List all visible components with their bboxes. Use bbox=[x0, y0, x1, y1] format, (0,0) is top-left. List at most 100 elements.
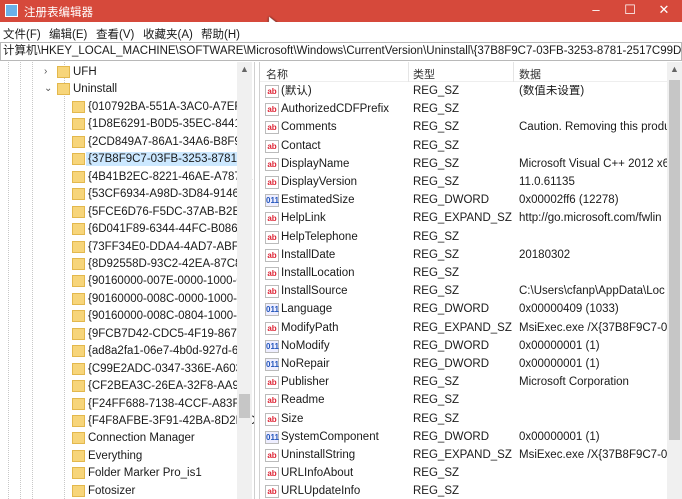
tree-node[interactable]: {C99E2ADC-0347-336E-A603-I bbox=[0, 362, 249, 376]
menu-help[interactable]: 帮助(H) bbox=[201, 26, 240, 42]
value-type: REG_SZ bbox=[413, 157, 460, 170]
expander-icon[interactable]: ⌄ bbox=[44, 82, 52, 96]
tree-node[interactable]: {8D92558D-93C2-42EA-87C8- bbox=[0, 257, 245, 271]
tree-node[interactable]: {37B8F9C7-03FB-3253-8781-2 bbox=[0, 152, 250, 167]
column-data-header[interactable]: 数据 bbox=[519, 66, 541, 82]
value-row[interactable]: ab ModifyPath REG_EXPAND_SZ MsiExec.exe … bbox=[260, 321, 668, 335]
value-row[interactable]: ab DisplayName REG_SZ Microsoft Visual C… bbox=[260, 157, 668, 171]
folder-icon bbox=[72, 135, 85, 148]
values-scrollbar[interactable]: ▲ bbox=[667, 62, 682, 499]
menu-view[interactable]: 查看(V) bbox=[96, 26, 134, 42]
maximize-button[interactable]: ☐ bbox=[612, 0, 648, 22]
value-row[interactable]: ab Comments REG_SZ Caution. Removing thi… bbox=[260, 121, 668, 135]
value-row[interactable]: 011 SystemComponent REG_DWORD 0x00000001… bbox=[260, 430, 668, 444]
value-row[interactable]: ab InstallSource REG_SZ C:\Users\cfanp\A… bbox=[260, 285, 668, 299]
value-type: REG_SZ bbox=[413, 485, 460, 498]
value-row[interactable]: 011 NoRepair REG_DWORD 0x00000001 (1) bbox=[260, 358, 668, 371]
value-row[interactable]: ab AuthorizedCDFPrefix REG_SZ bbox=[260, 103, 668, 117]
value-row[interactable]: 011 Language REG_DWORD 0x00000409 (1033) bbox=[260, 303, 668, 317]
value-name: InstallLocation bbox=[281, 267, 355, 279]
value-data: 0x00000409 (1033) bbox=[519, 303, 619, 316]
folder-icon bbox=[72, 432, 85, 445]
tree-node[interactable]: {CF2BEA3C-26EA-32F8-AA9B- bbox=[0, 379, 250, 393]
value-row[interactable]: ab URLUpdateInfo REG_SZ bbox=[260, 485, 668, 499]
value-row[interactable]: ab UninstallString REG_EXPAND_SZ MsiExec… bbox=[260, 449, 668, 462]
string-value-icon: ab bbox=[265, 412, 279, 426]
tree-node[interactable]: {9FCB7D42-CDC5-4F19-8672-I bbox=[0, 327, 250, 341]
string-value-icon: ab bbox=[265, 267, 279, 280]
tree-scrollbar[interactable]: ▲ bbox=[237, 62, 252, 499]
value-row[interactable]: 011 NoModify REG_DWORD 0x00000001 (1) bbox=[260, 339, 668, 353]
tree-node[interactable]: {5FCE6D76-F5DC-37AB-B2B8- bbox=[0, 205, 250, 219]
value-row[interactable]: ab URLInfoAbout REG_SZ bbox=[260, 467, 668, 481]
tree-node[interactable]: {53CF6934-A98D-3D84-9146-F bbox=[0, 187, 250, 201]
value-name: Contact bbox=[281, 139, 321, 152]
tree-node[interactable]: ⌄ Uninstall bbox=[0, 82, 238, 96]
tree-node[interactable]: {6D041F89-6344-44FC-B086-3 bbox=[0, 222, 248, 236]
value-type: REG_SZ bbox=[413, 267, 460, 279]
value-row[interactable]: ab HelpTelephone REG_SZ bbox=[260, 230, 668, 244]
menu-edit[interactable]: 编辑(E) bbox=[49, 26, 87, 42]
tree-node[interactable]: {F24FF688-7138-4CCF-A83F-7 bbox=[0, 397, 250, 411]
folder-icon bbox=[72, 292, 85, 305]
value-data bbox=[519, 394, 667, 407]
value-type: REG_SZ bbox=[413, 285, 460, 298]
tree-scroll-thumb[interactable] bbox=[239, 394, 250, 418]
folder-icon bbox=[72, 240, 85, 253]
minimize-button[interactable]: – bbox=[578, 0, 614, 22]
value-type: REG_DWORD bbox=[413, 358, 490, 370]
values-scroll-thumb[interactable] bbox=[669, 80, 680, 440]
value-row[interactable]: ab Publisher REG_SZ Microsoft Corporatio… bbox=[260, 376, 668, 390]
value-row[interactable]: 011 EstimatedSize REG_DWORD 0x00002ff6 (… bbox=[260, 194, 668, 208]
folder-icon bbox=[72, 205, 85, 218]
scroll-up-icon[interactable]: ▲ bbox=[237, 64, 252, 74]
tree-node[interactable]: {010792BA-551A-3AC0-A7EF-0 bbox=[0, 100, 252, 114]
value-data bbox=[519, 467, 667, 480]
value-data: 0x00000001 (1) bbox=[519, 339, 600, 352]
tree-node[interactable]: {73FF34E0-DDA4-4AD7-ABF0- bbox=[0, 240, 249, 254]
value-data: 20180302 bbox=[519, 248, 571, 261]
tree-node[interactable]: Folder Marker Pro_is1 bbox=[0, 466, 238, 480]
value-row[interactable]: ab Contact REG_SZ bbox=[260, 139, 668, 153]
column-separator[interactable] bbox=[408, 62, 409, 82]
expander-icon[interactable]: › bbox=[44, 65, 47, 79]
scroll-up-icon[interactable]: ▲ bbox=[667, 64, 682, 74]
tree-node[interactable]: Fotosizer bbox=[0, 484, 238, 498]
tree-node[interactable]: {F4F8AFBE-3F91-42BA-8D2B-C bbox=[0, 414, 254, 428]
address-bar[interactable]: 计算机\HKEY_LOCAL_MACHINE\SOFTWARE\Microsof… bbox=[0, 42, 682, 61]
tree-node[interactable]: Connection Manager bbox=[0, 431, 238, 445]
tree-node[interactable]: {1D8E6291-B0D5-35EC-8441-6 bbox=[0, 117, 251, 131]
value-type: REG_SZ bbox=[413, 176, 460, 188]
folder-icon bbox=[72, 467, 85, 480]
tree-node[interactable]: {90160000-008C-0000-1000-0 bbox=[0, 292, 243, 306]
tree-node-label: Fotosizer bbox=[88, 484, 136, 497]
menu-file[interactable]: 文件(F) bbox=[3, 26, 41, 42]
value-type: REG_SZ bbox=[413, 376, 460, 389]
menu-bar: 文件(F) 编辑(E) 查看(V) 收藏夹(A) 帮助(H) bbox=[0, 22, 682, 42]
value-data: Microsoft Corporation bbox=[519, 376, 629, 389]
value-row[interactable]: ab HelpLink REG_EXPAND_SZ http://go.micr… bbox=[260, 212, 668, 226]
tree-node[interactable]: Everything bbox=[0, 449, 238, 463]
folder-icon bbox=[72, 362, 85, 375]
value-row[interactable]: ab DisplayVersion REG_SZ 11.0.61135 bbox=[260, 176, 668, 189]
value-type: REG_DWORD bbox=[413, 303, 490, 316]
string-value-icon: ab bbox=[265, 285, 279, 299]
tree-node[interactable]: {4B41B2EC-8221-46AE-A787-A bbox=[0, 170, 252, 184]
value-row[interactable]: ab (默认) REG_SZ (数值未设置) bbox=[260, 85, 668, 98]
value-row[interactable]: ab InstallDate REG_SZ 20180302 bbox=[260, 248, 668, 262]
menu-favorites[interactable]: 收藏夹(A) bbox=[143, 26, 193, 42]
tree-node[interactable]: {2CD849A7-86A1-34A6-B8F9-I bbox=[0, 135, 248, 149]
column-separator[interactable] bbox=[513, 62, 514, 82]
tree-node[interactable]: {90160000-007E-0000-1000-0 bbox=[0, 274, 243, 288]
tree-node-label: {37B8F9C7-03FB-3253-8781-2 bbox=[86, 152, 250, 167]
value-row[interactable]: ab InstallLocation REG_SZ bbox=[260, 267, 668, 280]
column-type-header[interactable]: 类型 bbox=[413, 66, 435, 82]
close-button[interactable]: ✕ bbox=[646, 0, 682, 22]
value-row[interactable]: ab Readme REG_SZ bbox=[260, 394, 668, 408]
tree-node[interactable]: {ad8a2fa1-06e7-4b0d-927d-6 bbox=[0, 344, 238, 358]
column-name-header[interactable]: 名称 bbox=[266, 66, 288, 82]
tree-node[interactable]: › UFH bbox=[0, 65, 238, 79]
value-row[interactable]: ab Size REG_SZ bbox=[260, 412, 668, 426]
tree-node[interactable]: {90160000-008C-0804-1000-0 bbox=[0, 309, 243, 323]
value-data: 11.0.61135 bbox=[519, 176, 575, 188]
